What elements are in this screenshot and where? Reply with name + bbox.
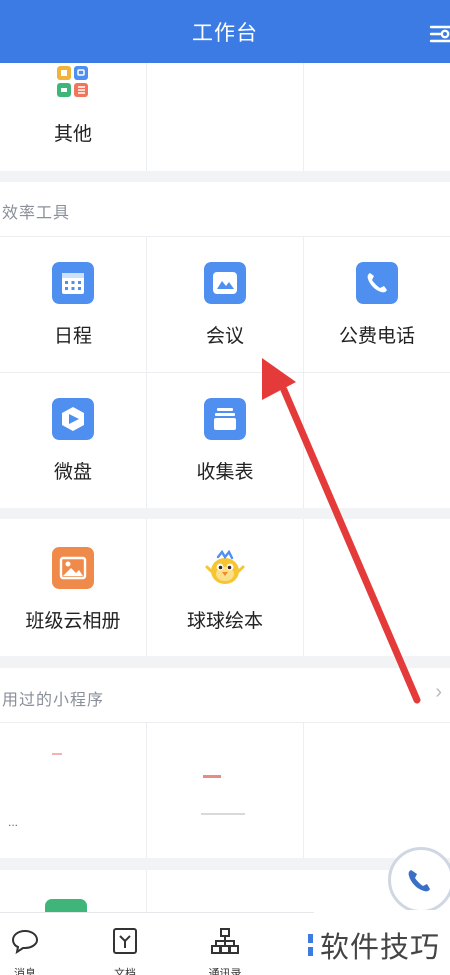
- partial-app-icon: [45, 899, 87, 912]
- nav-label: 通讯录: [208, 968, 242, 975]
- settings-sliders-icon[interactable]: [428, 20, 450, 48]
- photo-album-icon: [52, 547, 94, 589]
- section-title: 效率工具: [2, 205, 71, 222]
- next-apps-row: [0, 870, 450, 912]
- mini-programs-row: ...: [0, 723, 450, 858]
- nav-item-messages[interactable]: 消息: [0, 913, 70, 975]
- mini-programs-header[interactable]: 用过的小程序 ›: [0, 668, 450, 722]
- page-title: 工作台: [192, 22, 258, 45]
- app-meeting[interactable]: 会议: [147, 237, 304, 372]
- watermark: 软件技巧: [308, 910, 450, 975]
- nav-item-documents[interactable]: 文档: [80, 913, 170, 975]
- nav-label: 文档: [114, 968, 136, 975]
- app-calendar[interactable]: 日程: [0, 237, 147, 372]
- meeting-icon: [204, 262, 246, 304]
- app-label: 其他: [53, 124, 92, 145]
- partial-app[interactable]: [0, 870, 147, 912]
- nav-item-contacts[interactable]: 通讯录: [180, 913, 270, 975]
- calendar-icon: [52, 262, 94, 304]
- third-party-apps-row: 班级云相册 球球绘本: [0, 519, 450, 656]
- app-label: 会议: [205, 326, 244, 347]
- efficiency-tools-row-1: 日程 会议 公费电话: [0, 237, 450, 372]
- form-collect-icon: [204, 398, 246, 440]
- other-apps-section: 其他: [0, 63, 450, 171]
- phone-icon: [356, 262, 398, 304]
- mini-program-item[interactable]: ...: [0, 723, 147, 858]
- section-title: 用过的小程序: [2, 692, 105, 709]
- mini-program-item[interactable]: [147, 723, 304, 858]
- empty-cell: [304, 63, 450, 171]
- app-public-phone[interactable]: 公费电话: [304, 237, 450, 372]
- empty-cell: [304, 723, 450, 858]
- obscured-mark: [52, 753, 62, 755]
- obscured-mark: [203, 775, 221, 778]
- chat-bubble-icon: [11, 929, 39, 955]
- org-chart-icon: [211, 928, 239, 954]
- floating-call-button[interactable]: [388, 847, 450, 913]
- grid-apps-icon: [57, 66, 88, 97]
- app-other[interactable]: 其他: [0, 63, 147, 171]
- app-label: 收集表: [196, 462, 254, 483]
- app-cloud-drive[interactable]: 微盘: [0, 373, 147, 508]
- app-picture-book[interactable]: 球球绘本: [147, 519, 304, 656]
- app-class-album[interactable]: 班级云相册: [0, 519, 147, 656]
- nav-label: 消息: [14, 968, 36, 975]
- empty-cell: [147, 63, 304, 171]
- truncated-label: ...: [8, 815, 19, 829]
- chick-mascot-icon: [205, 549, 245, 584]
- phone-icon: [408, 870, 430, 892]
- efficiency-tools-header: 效率工具: [0, 182, 450, 236]
- app-label: 微盘: [53, 462, 92, 483]
- watermark-bar-icon: [308, 934, 313, 956]
- app-label: 日程: [53, 326, 92, 347]
- top-bar: 工作台: [0, 0, 450, 63]
- watermark-text: 软件技巧: [320, 932, 441, 964]
- document-icon: [113, 928, 137, 954]
- app-label: 公费电话: [338, 326, 415, 347]
- app-label: 班级云相册: [25, 611, 121, 632]
- app-form-collect[interactable]: 收集表: [147, 373, 304, 508]
- empty-cell: [304, 373, 450, 508]
- obscured-mark: [201, 813, 245, 815]
- cloud-drive-icon: [52, 398, 94, 440]
- chevron-right-icon: ›: [435, 681, 442, 703]
- efficiency-tools-row-2: 微盘 收集表: [0, 373, 450, 508]
- app-label: 球球绘本: [186, 611, 263, 632]
- empty-cell: [304, 519, 450, 656]
